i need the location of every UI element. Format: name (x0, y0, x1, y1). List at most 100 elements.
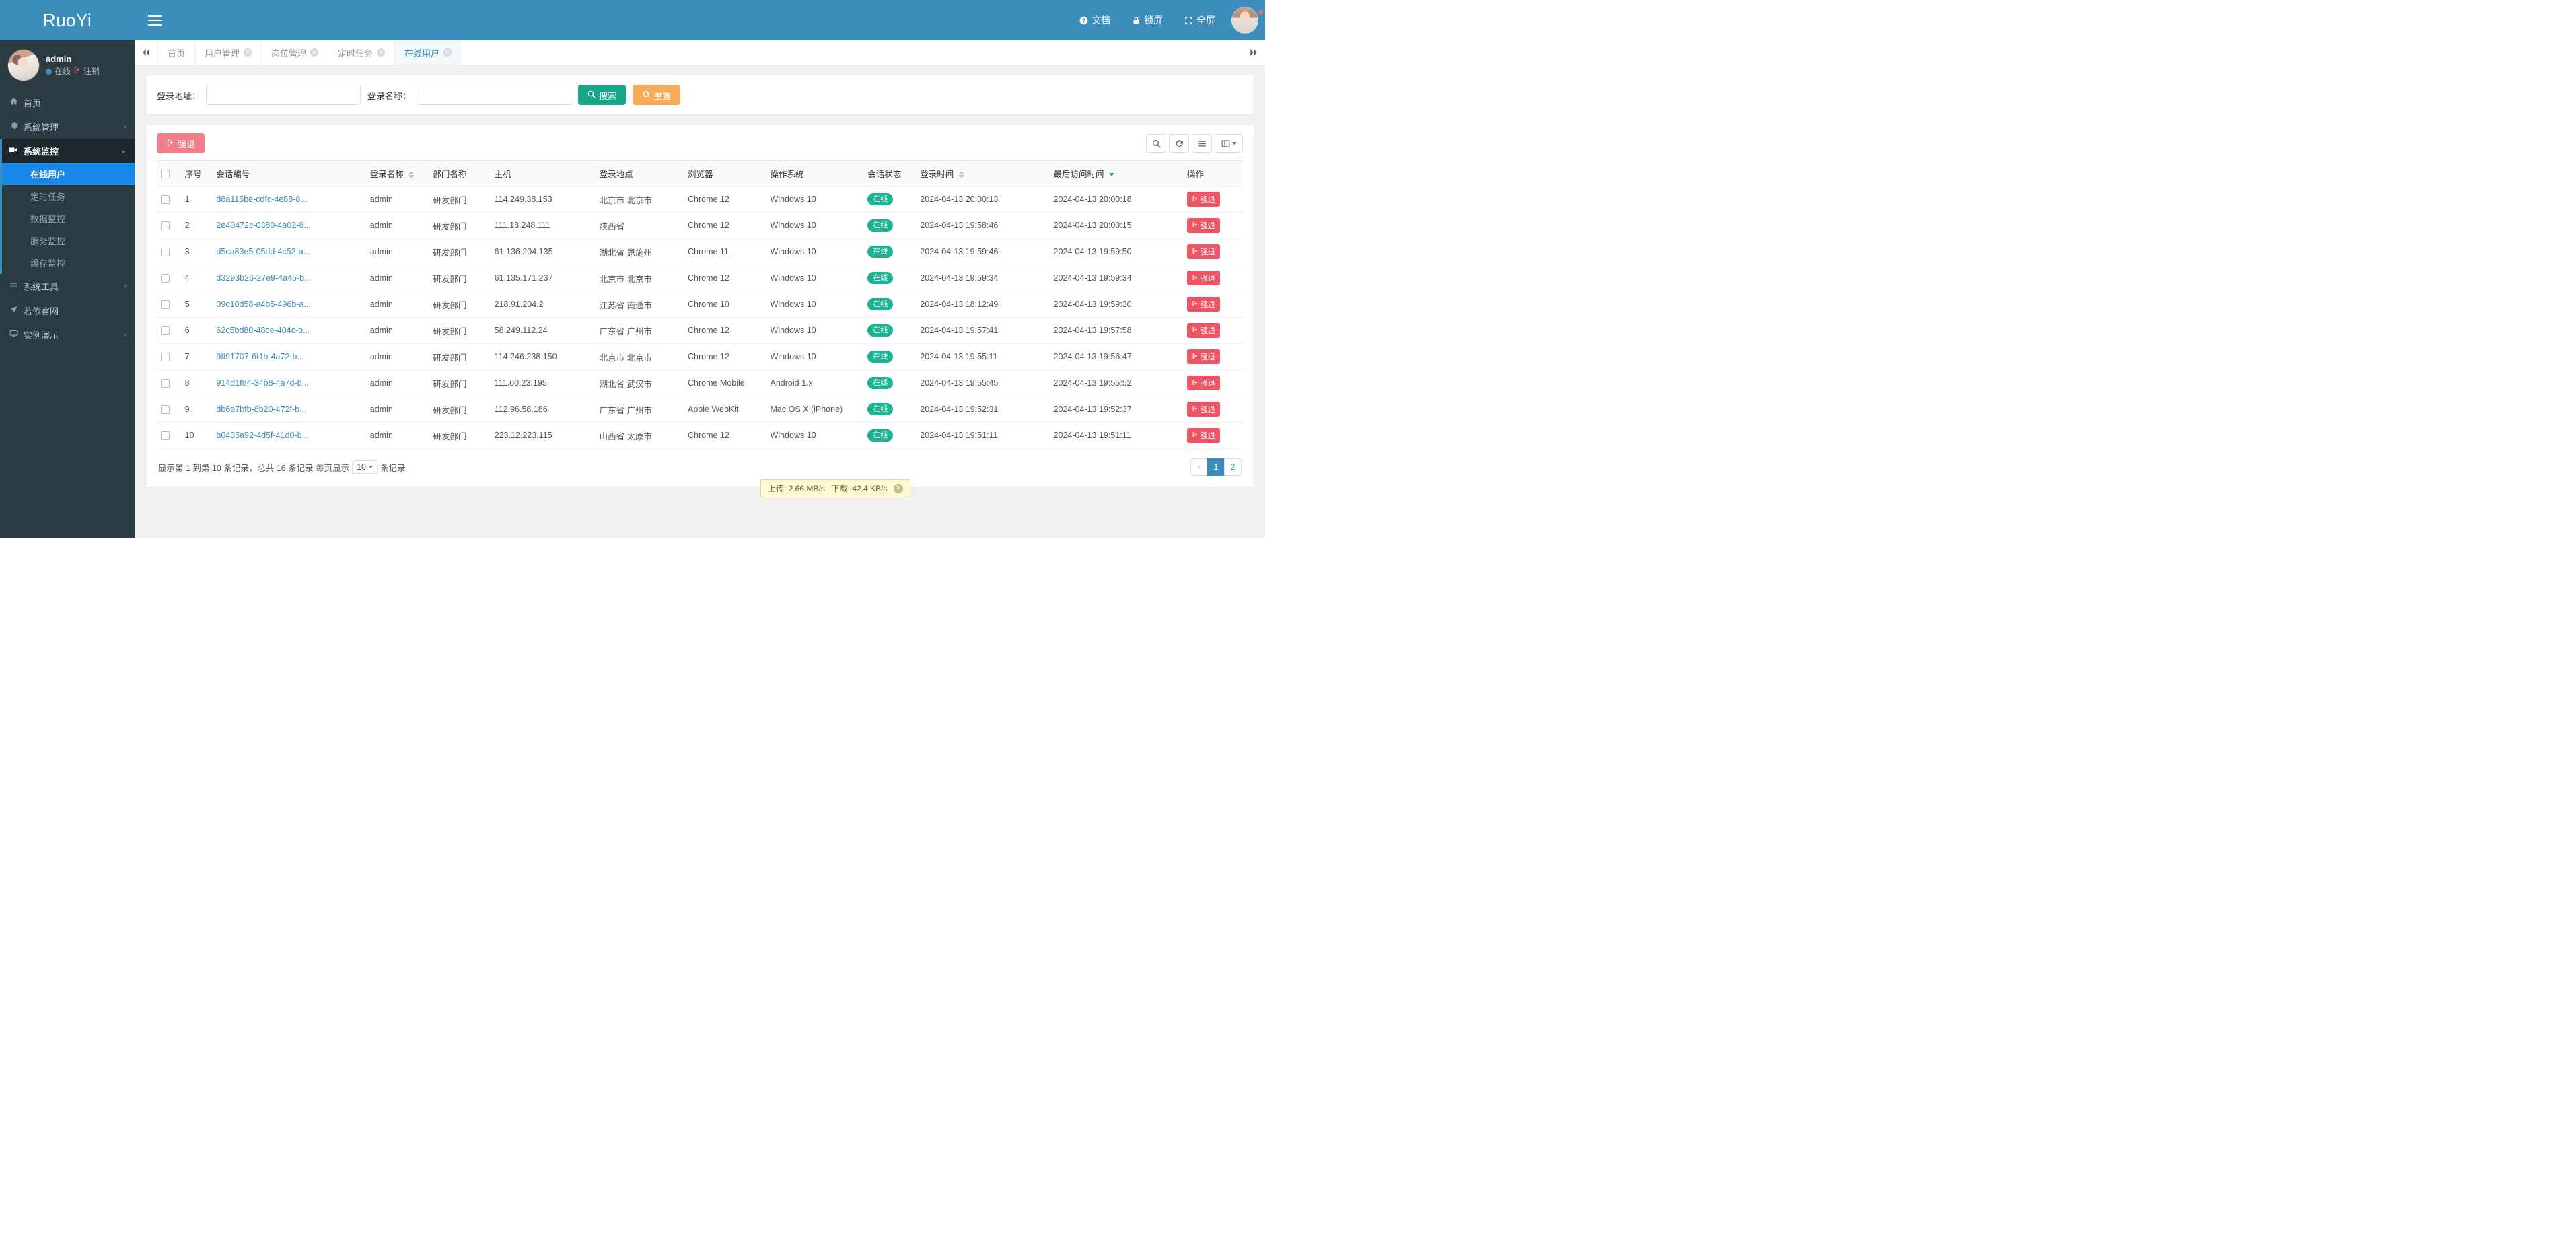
row-checkbox[interactable] (161, 326, 170, 336)
sidebar-item-online-users[interactable]: 在线用户 (2, 163, 135, 185)
row-force-logout-button[interactable]: 强退 (1186, 192, 1220, 207)
cell-dept: 研发部门 (429, 317, 491, 344)
sort-icon[interactable] (408, 171, 415, 179)
login-name-input[interactable] (417, 85, 572, 105)
cell-session[interactable]: d8a115be-cdfc-4e88-8... (212, 186, 366, 213)
row-checkbox[interactable] (161, 300, 170, 310)
row-select-cell[interactable] (157, 265, 181, 291)
close-icon[interactable]: ✕ (244, 48, 252, 57)
select-all-header[interactable] (157, 160, 181, 186)
cell-session[interactable]: 62c5bd80-48ce-404c-b... (212, 317, 366, 344)
row-select-cell[interactable] (157, 343, 181, 370)
row-checkbox[interactable] (161, 379, 170, 388)
select-all-checkbox[interactable] (161, 169, 170, 178)
double-chevron-right-icon[interactable] (1242, 40, 1265, 65)
cell-browser: Chrome 10 (684, 291, 766, 318)
page-2-button[interactable]: 2 (1224, 458, 1242, 476)
close-icon[interactable]: ✕ (310, 48, 319, 57)
row-select-cell[interactable] (157, 317, 181, 344)
row-select-cell[interactable] (157, 396, 181, 423)
row-checkbox[interactable] (161, 405, 170, 415)
sort-icon-desc[interactable] (1109, 173, 1115, 177)
sidebar-item-system-manage[interactable]: 系统管理 ‹ (0, 114, 135, 139)
table-search-button[interactable] (1146, 134, 1166, 153)
close-icon[interactable]: ✕ (894, 483, 904, 493)
col-username[interactable]: 登录名称 (365, 160, 429, 186)
user-avatar[interactable] (8, 50, 39, 81)
close-icon[interactable]: ✕ (377, 48, 386, 57)
cell-session[interactable]: 2e40472c-0380-4a02-8... (212, 212, 366, 239)
row-checkbox[interactable] (161, 248, 170, 257)
avatar[interactable] (1231, 7, 1258, 34)
row-force-logout-button[interactable]: 强退 (1186, 218, 1220, 233)
close-icon[interactable]: ✕ (443, 48, 452, 57)
row-force-logout-button[interactable]: 强退 (1186, 244, 1220, 259)
force-logout-button[interactable]: 强退 (157, 133, 205, 153)
row-checkbox[interactable] (161, 221, 170, 231)
sidebar-item-system-monitor[interactable]: 系统监控 ⌄ (0, 139, 135, 163)
cell-actions: 强退 (1182, 317, 1243, 344)
row-checkbox[interactable] (161, 274, 170, 283)
sidebar-item-service-monitor[interactable]: 服务监控 (2, 230, 135, 252)
row-force-logout-button[interactable]: 强退 (1186, 402, 1220, 417)
reset-button[interactable]: 重置 (633, 85, 681, 105)
row-select-cell[interactable] (157, 238, 181, 265)
row-force-logout-button[interactable]: 强退 (1186, 271, 1220, 285)
table-refresh-button[interactable] (1169, 134, 1189, 153)
sidebar-item-ruoyi-website[interactable]: 若依官网 (0, 298, 135, 322)
cell-session[interactable]: 9ff91707-6f1b-4a72-b... (212, 343, 366, 370)
cell-session[interactable]: 09c10d58-a4b5-496b-a... (212, 291, 366, 318)
col-login-time[interactable]: 登录时间 (916, 160, 1050, 186)
tab-user-manage[interactable]: 用户管理 ✕ (194, 40, 261, 65)
login-address-input[interactable] (206, 85, 361, 105)
row-select-cell[interactable] (157, 369, 181, 396)
cell-session[interactable]: b0435a92-4d5f-41d0-b... (212, 422, 366, 449)
logout-link[interactable]: 注销 (83, 65, 100, 78)
page-1-button[interactable]: 1 (1207, 458, 1225, 476)
cell-session[interactable]: db6e7bfb-8b20-472f-b... (212, 396, 366, 423)
table-columns-button[interactable] (1215, 134, 1243, 153)
search-button[interactable]: 搜索 (578, 85, 627, 105)
page-size-select[interactable]: 10 (352, 460, 378, 474)
tab-home[interactable]: 首页 (157, 40, 194, 65)
sidebar-item-demo[interactable]: 实例演示 ‹ (0, 322, 135, 347)
cell-session[interactable]: d5ca83e5-05dd-4c52-a... (212, 238, 366, 265)
user-status-label: 在线 (55, 67, 71, 77)
cell-session[interactable]: 914d1f84-34b8-4a7d-b... (212, 369, 366, 396)
nav-fullscreen[interactable]: 全屏 (1174, 0, 1226, 40)
row-select-cell[interactable] (157, 212, 181, 239)
sidebar-item-scheduled-tasks[interactable]: 定时任务 (2, 185, 135, 207)
table-toolbar-right (1146, 134, 1243, 153)
row-force-logout-button[interactable]: 强退 (1186, 349, 1220, 364)
brand-logo[interactable]: RuoYi (0, 0, 135, 40)
row-checkbox[interactable] (161, 353, 170, 362)
row-force-logout-button[interactable]: 强退 (1186, 297, 1220, 312)
row-select-cell[interactable] (157, 422, 181, 449)
sidebar-item-home[interactable]: 首页 (0, 90, 135, 114)
sidebar-item-system-tools[interactable]: 系统工具 ‹ (0, 274, 135, 298)
sidebar-item-cache-monitor[interactable]: 缓存监控 (2, 252, 135, 274)
cell-login-time: 2024-04-13 20:00:13 (916, 186, 1050, 213)
table-view-toggle-button[interactable] (1192, 134, 1212, 153)
tab-post-manage[interactable]: 岗位管理 ✕ (261, 40, 328, 65)
row-select-cell[interactable] (157, 186, 181, 213)
row-force-logout-button[interactable]: 强退 (1186, 376, 1220, 390)
sort-icon[interactable] (958, 171, 964, 179)
cell-actions: 强退 (1182, 265, 1243, 291)
row-force-logout-button[interactable]: 强退 (1186, 428, 1220, 443)
row-checkbox[interactable] (161, 431, 170, 441)
sidebar-item-data-monitor[interactable]: 数据监控 (2, 207, 135, 230)
tab-scheduled-tasks[interactable]: 定时任务 ✕ (328, 40, 394, 65)
row-checkbox[interactable] (161, 195, 170, 205)
cell-session[interactable]: d3293b26-27e9-4a45-b... (212, 265, 366, 291)
row-select-cell[interactable] (157, 291, 181, 318)
double-chevron-left-icon[interactable] (135, 40, 157, 65)
row-force-logout-button[interactable]: 强退 (1186, 323, 1220, 338)
nav-lockscreen[interactable]: 锁屏 (1121, 0, 1174, 40)
col-last-time[interactable]: 最后访问时间 (1049, 160, 1183, 186)
tab-online-users[interactable]: 在线用户 ✕ (394, 40, 462, 65)
cell-username: admin (365, 265, 429, 291)
hamburger-icon[interactable] (135, 0, 175, 40)
page-prev-button[interactable]: ‹ (1190, 458, 1208, 476)
nav-docs[interactable]: ? 文档 (1069, 0, 1121, 40)
